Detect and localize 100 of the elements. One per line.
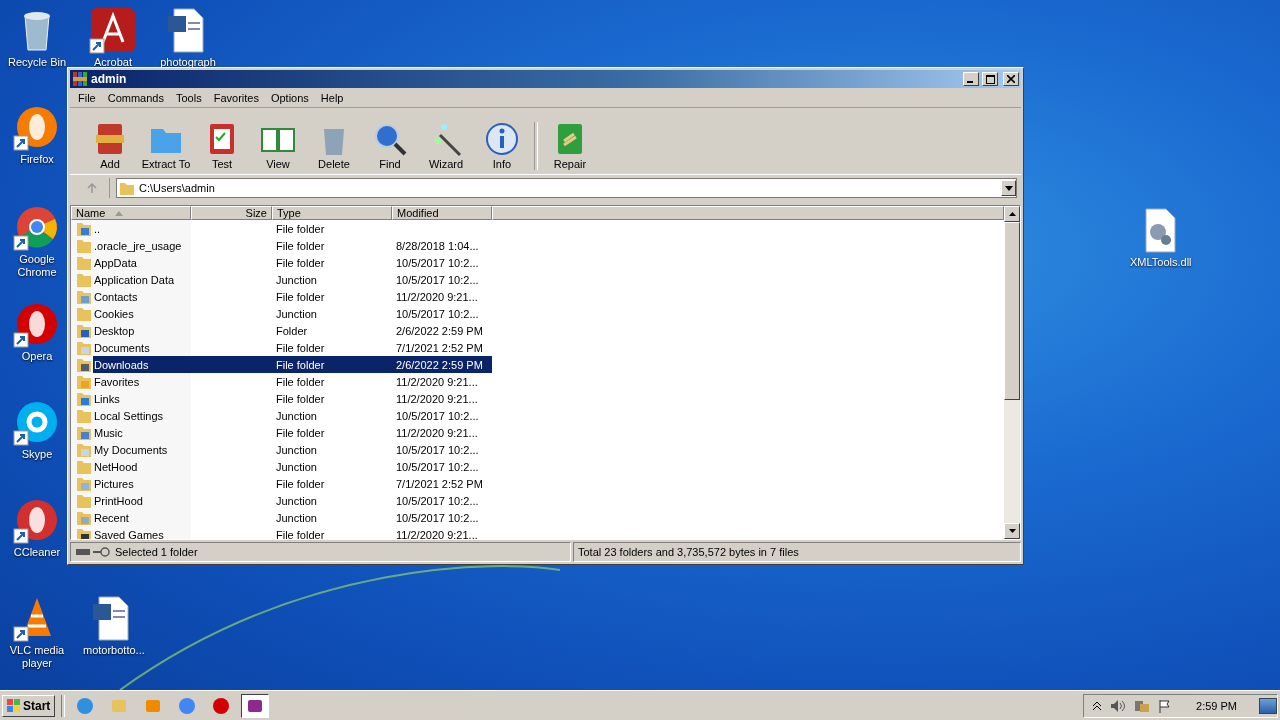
menu-item[interactable]: Favorites <box>207 91 265 104</box>
file-row[interactable]: Desktop Folder 2/6/2022 2:59 PM <box>93 322 492 339</box>
menu-item[interactable]: Tools <box>170 91 208 104</box>
table-cell: File folder <box>276 358 325 371</box>
menu-item[interactable]: Commands <box>101 91 170 104</box>
folder-icon <box>119 180 135 196</box>
file-row[interactable]: My Documents Junction 10/5/2017 10:2... <box>93 441 492 458</box>
up-arrow-icon <box>85 182 98 194</box>
icon-label[interactable]: Opera <box>21 350 53 363</box>
table-cell: 11/2/2020 9:21... <box>396 375 478 388</box>
file-row[interactable]: Recent Junction 10/5/2017 10:2... <box>93 509 492 526</box>
tool-icon <box>372 121 408 157</box>
app-icon[interactable] <box>89 6 137 54</box>
file-name: Links <box>94 392 120 405</box>
icon-label[interactable]: photograph <box>160 56 216 69</box>
file-row[interactable]: Pictures File folder 7/1/2021 2:52 PM <box>93 475 492 492</box>
toolbar-button[interactable]: Delete <box>306 121 362 170</box>
icon-label[interactable]: XMLTools.dll <box>1130 256 1190 269</box>
menu-item[interactable]: Options <box>264 91 315 104</box>
toolbar-button[interactable]: Extract To <box>138 121 194 170</box>
file-name: .oracle_jre_usage <box>94 239 182 252</box>
table-cell: 8/28/2018 1:04... <box>396 239 479 252</box>
toolbar-button[interactable]: Find <box>362 121 418 170</box>
file-name: Saved Games <box>94 528 164 539</box>
file-name: Downloads <box>94 358 149 371</box>
chevron-icon[interactable] <box>1092 700 1103 711</box>
clock[interactable]: 2:59 PM <box>1180 699 1251 712</box>
file-row[interactable]: Saved Games File folder 11/2/2020 9:21... <box>93 526 492 539</box>
app-icon <box>212 696 231 715</box>
address-field[interactable]: C:\Users\admin <box>116 178 1017 198</box>
network-icon[interactable] <box>1134 698 1151 713</box>
table-cell: File folder <box>276 222 325 235</box>
file-row[interactable]: Favorites File folder 11/2/2020 9:21... <box>93 373 492 390</box>
speaker-icon[interactable] <box>1110 698 1127 713</box>
table-cell: 10/5/2017 10:2... <box>396 494 479 507</box>
icon-label[interactable]: CCleaner <box>13 546 61 559</box>
icon-label[interactable]: VLC media player <box>7 644 67 670</box>
caret-icon <box>1004 185 1013 191</box>
file-row[interactable]: Downloads File folder 2/6/2022 2:59 PM <box>93 356 492 373</box>
taskbar-app-button[interactable] <box>241 693 270 718</box>
icon-label[interactable]: Skype <box>21 448 53 461</box>
file-row[interactable]: Contacts File folder 11/2/2020 9:21... <box>93 288 492 305</box>
file-name: Cookies <box>94 307 134 320</box>
column-header[interactable]: Name <box>71 206 191 220</box>
caret-icon[interactable] <box>1008 212 1016 216</box>
scrollbar[interactable] <box>1004 206 1020 539</box>
caret-icon[interactable] <box>1008 529 1016 533</box>
file-row[interactable]: .. File folder <box>93 220 492 237</box>
table-cell: 10/5/2017 10:2... <box>396 443 479 456</box>
show-desktop-button[interactable] <box>1259 697 1277 714</box>
icon-label[interactable]: Firefox <box>20 153 54 166</box>
file-row[interactable]: Links File folder 11/2/2020 9:21... <box>93 390 492 407</box>
menu-item[interactable]: Help <box>314 91 350 104</box>
icon-label[interactable]: Google Chrome <box>7 253 67 279</box>
file-name: Favorites <box>94 375 140 388</box>
table-cell: 7/1/2021 2:52 PM <box>396 477 483 490</box>
file-row[interactable]: PrintHood Junction 10/5/2017 10:2... <box>93 492 492 509</box>
file-row[interactable]: Local Settings Junction 10/5/2017 10:2... <box>93 407 492 424</box>
file-row[interactable]: Cookies Junction 10/5/2017 10:2... <box>93 305 492 322</box>
toolbar-button[interactable]: Info <box>474 121 530 170</box>
toolbar-button[interactable]: Test <box>194 121 250 170</box>
toolbar-button[interactable]: Repair <box>542 121 598 170</box>
toolbar-button[interactable]: Add <box>82 121 138 170</box>
status-text: Total 23 folders and 3,735,572 bytes in 7 files <box>578 546 799 558</box>
file-name: My Documents <box>94 443 168 456</box>
toolbar-button[interactable]: View <box>250 121 306 170</box>
file-name: Contacts <box>94 290 138 303</box>
file-name: .. <box>94 222 101 235</box>
file-row[interactable]: AppData File folder 10/5/2017 10:2... <box>93 254 492 271</box>
table-cell: Junction <box>276 443 317 456</box>
close-button[interactable] <box>1003 72 1019 86</box>
menu-item[interactable]: File <box>72 91 102 104</box>
toolbar-button[interactable]: Wizard <box>418 121 474 170</box>
app-icon <box>76 696 95 715</box>
flag-icon[interactable] <box>1158 698 1173 713</box>
table-cell: File folder <box>276 239 325 252</box>
icon-label[interactable]: motorbotto... <box>83 644 143 657</box>
window-title: admin <box>91 72 127 86</box>
icon-label[interactable]: Recycle Bin <box>7 56 67 69</box>
sort-arrow-icon <box>115 210 124 216</box>
column-header[interactable]: Size <box>191 206 272 220</box>
file-name: Recent <box>94 511 129 524</box>
file-row[interactable]: Music File folder 11/2/2020 9:21... <box>93 424 492 441</box>
file-row[interactable]: Application Data Junction 10/5/2017 10:2... <box>93 271 492 288</box>
column-header[interactable]: Type <box>272 206 392 220</box>
table-cell: 11/2/2020 9:21... <box>396 528 478 539</box>
maximize-button[interactable] <box>982 72 998 86</box>
column-header[interactable]: Modified <box>392 206 492 220</box>
icon-label[interactable]: Acrobat <box>94 56 132 69</box>
table-cell: Junction <box>276 273 317 286</box>
dropdown-button[interactable] <box>1001 180 1016 196</box>
file-row[interactable]: NetHood Junction 10/5/2017 10:2... <box>93 458 492 475</box>
start-button[interactable]: Start <box>2 694 56 717</box>
file-row[interactable]: .oracle_jre_usage File folder 8/28/2018 1:04... <box>93 237 492 254</box>
minimize-button[interactable] <box>963 72 979 86</box>
status-text: Selected 1 folder <box>115 546 198 558</box>
table-cell: File folder <box>276 256 325 269</box>
app-icon <box>178 696 197 715</box>
file-row[interactable]: Documents File folder 7/1/2021 2:52 PM <box>93 339 492 356</box>
books-icon <box>72 71 88 87</box>
